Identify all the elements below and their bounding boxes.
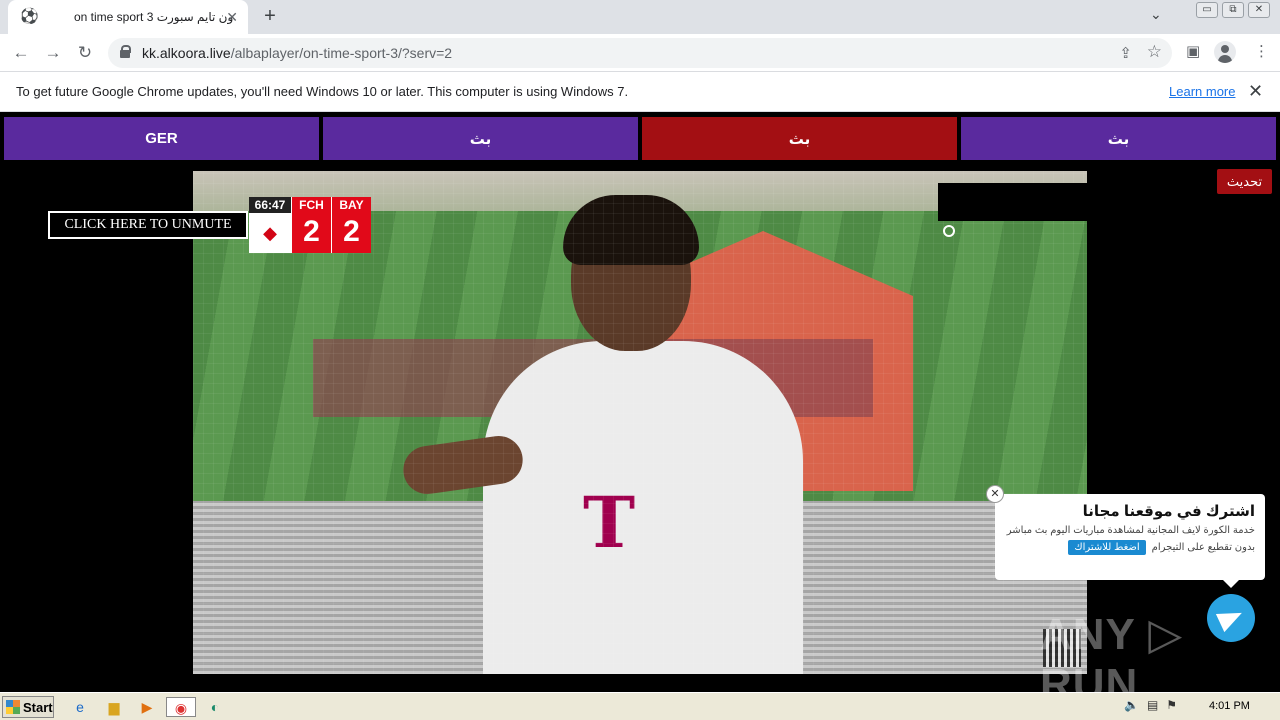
address-bar[interactable]: kk.alkoora.live/albaplayer/on-time-sport… [108, 38, 1172, 68]
action-center-flag-icon[interactable]: ⚑ [1166, 698, 1177, 712]
server-button-3[interactable]: بث [961, 117, 1276, 160]
learn-more-link[interactable]: Learn more [1169, 84, 1235, 99]
server-button-1[interactable]: بث [323, 117, 638, 160]
menu-kebab-icon[interactable]: ⋮ [1254, 42, 1269, 60]
minimize-button[interactable]: ▭ [1196, 2, 1218, 18]
media-player-icon[interactable]: ▶ [137, 697, 157, 717]
away-team-abbr: BAY [339, 198, 364, 212]
windows-flag-icon [6, 700, 20, 714]
league-logo-icon: ◆ [263, 222, 277, 243]
folder-icon[interactable]: ▆ [104, 697, 124, 717]
profile-avatar[interactable] [1214, 41, 1236, 63]
home-team-score: 2 [303, 215, 320, 248]
match-clock: 66:47 [249, 197, 291, 213]
network-icon[interactable]: ▤ [1147, 698, 1158, 712]
popup-close-icon[interactable]: ✕ [986, 485, 1004, 503]
url-text[interactable]: kk.alkoora.live/albaplayer/on-time-sport… [142, 45, 452, 61]
bookmark-star-icon[interactable]: ☆ [1147, 42, 1162, 62]
soccer-ball-icon: ⚽ [20, 8, 39, 25]
volume-icon[interactable]: 🔈 [1124, 698, 1139, 712]
edge-icon[interactable]: ◐ [205, 697, 225, 717]
scoreboard-home: FCH 2 [291, 197, 331, 253]
system-tray: 🔈 ▤ ⚑ [1124, 698, 1177, 712]
restore-button[interactable]: ⧉ [1222, 2, 1244, 18]
server-button-2-active[interactable]: بث [642, 117, 957, 160]
tab-search-chevron-icon[interactable]: ⌄ [1150, 6, 1162, 23]
back-arrow-icon[interactable]: ← [10, 42, 32, 64]
infobar-close-icon[interactable]: ✕ [1248, 81, 1263, 102]
tab-strip: ⚽ on time sport 3 اون تايم سبورت ✕ + ⌄ ▭… [0, 0, 1280, 34]
popup-description: خدمة الكورة لايف المجانية لمشاهدة مباريا… [1006, 525, 1255, 536]
forward-arrow-icon[interactable]: → [42, 42, 64, 64]
taskbar-clock[interactable]: 4:01 PM [1209, 700, 1250, 712]
broadcast-ring-icon [943, 225, 955, 237]
start-label: Start [23, 699, 53, 715]
video-player[interactable]: T 66:47 ◆ FCH 2 BAY 2 [193, 171, 1087, 674]
new-tab-button[interactable]: + [258, 4, 282, 28]
browser-toolbar: ← → ↻ kk.alkoora.live/albaplayer/on-time… [0, 34, 1280, 72]
unmute-button[interactable]: CLICK HERE TO UNMUTE [48, 211, 248, 239]
infobar-message: To get future Google Chrome updates, you… [16, 84, 629, 99]
lock-icon[interactable] [120, 45, 131, 58]
refresh-button[interactable]: تحديث [1217, 169, 1272, 194]
window-controls: ▭ ⧉ ✕ [1196, 2, 1270, 18]
popup-cta-row: بدون تقطيع على التيجرام اضغط للاشتراك [1005, 540, 1255, 555]
page-content: GER بث بث بث تحديث T 66:47 ◆ FCH 2 [0, 113, 1280, 709]
tab-active[interactable]: ⚽ on time sport 3 اون تايم سبورت ✕ [8, 0, 248, 34]
subscribe-popup: اشترك في موقعنا مجانا خدمة الكورة لايف ا… [995, 494, 1265, 588]
windows-taskbar: Start e ▆ ▶ ◉ ◐ 🔈 ▤ ⚑ 4:01 PM [0, 692, 1280, 720]
ie-icon[interactable]: e [70, 697, 90, 717]
tab-title: on time sport 3 اون تايم سبورت [74, 10, 234, 24]
start-button[interactable]: Start [2, 696, 54, 718]
broadcaster-logo-mask [938, 183, 1087, 221]
scoreboard-clock: 66:47 ◆ [249, 197, 291, 253]
server-button-ger[interactable]: GER [4, 117, 319, 160]
subscribe-button[interactable]: اضغط للاشتراك [1068, 540, 1146, 555]
chrome-taskbar-icon[interactable]: ◉ [166, 697, 196, 717]
reload-icon[interactable]: ↻ [74, 42, 96, 64]
update-infobar: To get future Google Chrome updates, you… [0, 72, 1280, 112]
home-team-abbr: FCH [299, 198, 324, 212]
server-bar: GER بث بث بث [4, 117, 1276, 160]
away-team-score: 2 [343, 215, 360, 248]
scoreboard-away: BAY 2 [331, 197, 371, 253]
close-window-button[interactable]: ✕ [1248, 2, 1270, 18]
tab-close-icon[interactable]: ✕ [226, 9, 238, 26]
popup-title: اشترك في موقعنا مجانا [1082, 503, 1255, 520]
popup-line2: بدون تقطيع على التيجرام [1151, 541, 1255, 553]
scoreboard: 66:47 ◆ FCH 2 BAY 2 [249, 197, 371, 253]
side-panel-icon[interactable]: ▣ [1186, 42, 1200, 60]
share-icon[interactable]: ⇪ [1119, 44, 1132, 62]
